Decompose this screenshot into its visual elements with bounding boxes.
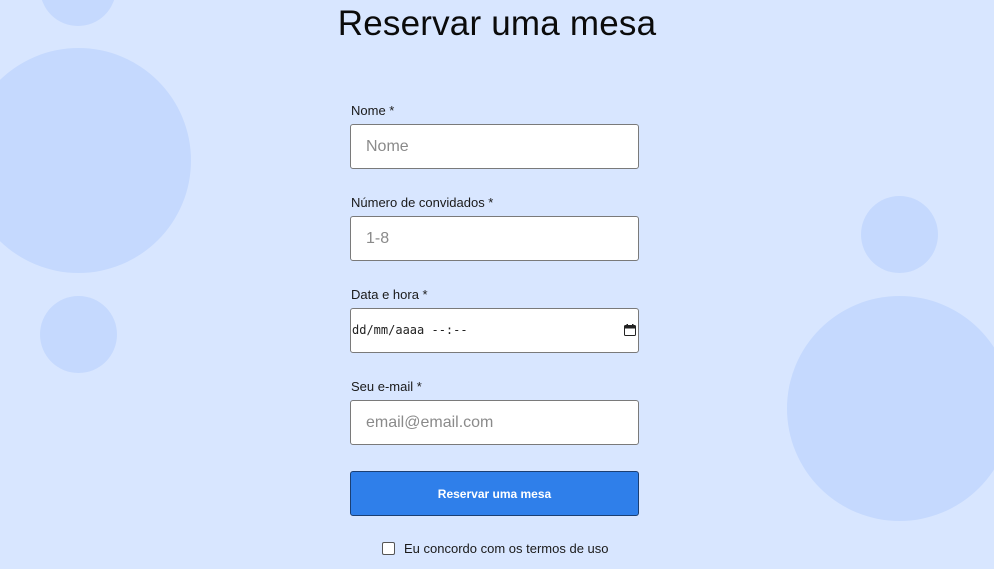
datetime-label: Data e hora * <box>351 287 428 302</box>
name-input[interactable] <box>351 125 638 168</box>
name-label: Nome * <box>351 103 395 118</box>
name-field-box <box>350 124 639 169</box>
guests-field-box <box>350 216 639 261</box>
terms-checkbox[interactable] <box>382 541 395 555</box>
decorative-circle <box>861 196 938 273</box>
guests-input[interactable] <box>351 217 638 260</box>
email-label: Seu e-mail * <box>351 379 422 394</box>
terms-row: Eu concordo com os termos de uso <box>382 540 609 556</box>
decorative-circle <box>40 296 117 373</box>
decorative-circle <box>787 296 994 521</box>
decorative-circle <box>0 48 191 273</box>
datetime-placeholder: dd/mm/aaaa --:-- <box>352 323 468 337</box>
email-input[interactable] <box>351 401 638 444</box>
email-field-box <box>350 400 639 445</box>
calendar-icon[interactable] <box>624 324 636 336</box>
guests-label: Número de convidados * <box>351 195 494 210</box>
page-title: Reservar uma mesa <box>337 4 657 43</box>
reserve-button[interactable]: Reservar uma mesa <box>350 471 639 516</box>
datetime-input[interactable]: dd/mm/aaaa --:-- <box>350 308 639 353</box>
terms-label[interactable]: Eu concordo com os termos de uso <box>404 541 609 556</box>
